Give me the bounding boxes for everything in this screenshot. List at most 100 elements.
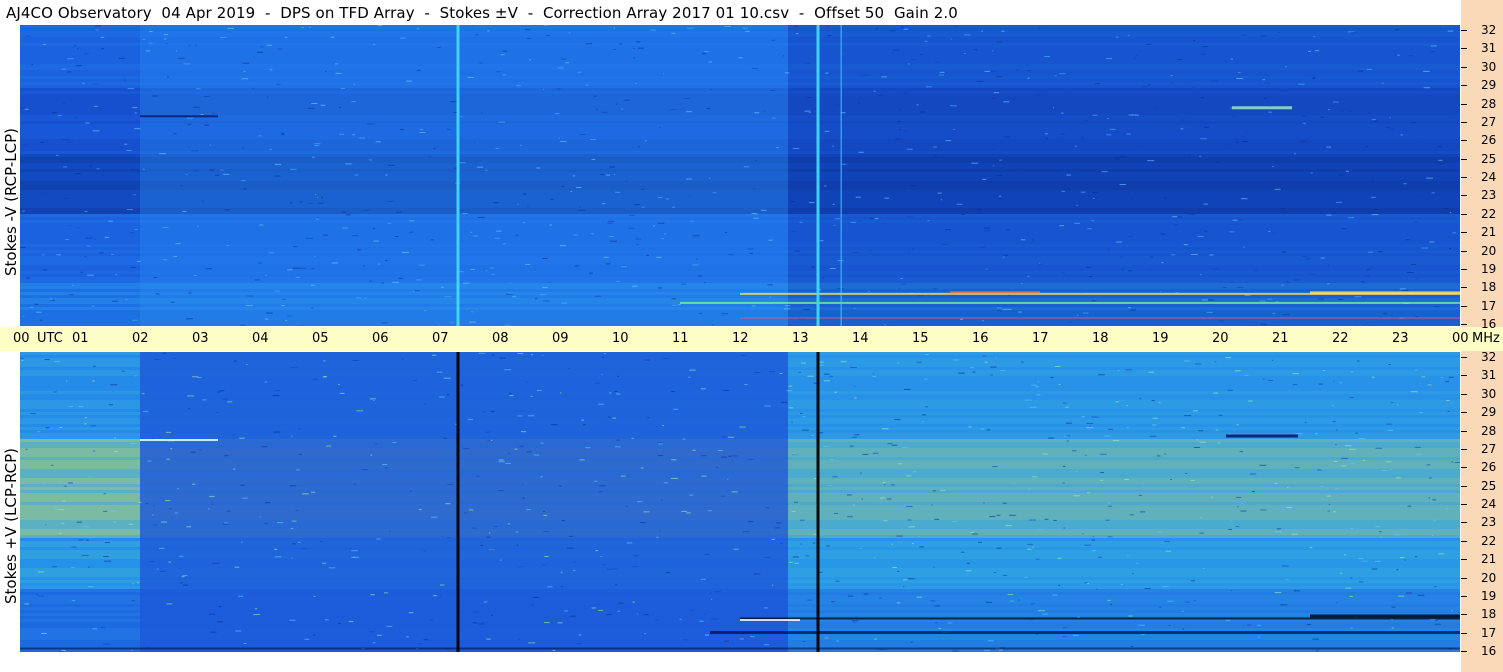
spectrogram-noise <box>790 231 797 233</box>
spectrogram-noise <box>126 209 133 211</box>
spectrogram-noise <box>987 640 994 642</box>
spectrogram-noise <box>1244 374 1249 376</box>
spectrogram-noise <box>354 174 359 176</box>
spectrogram-noise <box>335 63 339 65</box>
spectrogram-noise <box>1225 619 1231 621</box>
spectrogram-noise <box>24 603 29 605</box>
spectrogram-noise <box>563 615 567 617</box>
spectrogram-noise <box>1386 423 1393 425</box>
spectrogram-noise <box>369 280 372 282</box>
spectrogram-noise <box>939 71 945 73</box>
spectrogram-noise <box>1428 477 1432 479</box>
spectrogram-noise <box>500 54 505 56</box>
frequency-tick-label: 26 <box>1481 460 1497 475</box>
spectrogram-noise <box>594 295 601 297</box>
spectrogram-noise <box>272 395 280 397</box>
spectrogram-noise <box>83 256 87 258</box>
spectrogram-noise <box>472 622 478 624</box>
spectrogram-noise <box>670 391 675 393</box>
interference-line <box>816 25 820 326</box>
spectrogram-noise <box>276 83 281 85</box>
spectrogram-noise <box>636 41 641 43</box>
spectrogram-noise <box>1388 364 1391 366</box>
spectrogram-noise <box>517 203 519 205</box>
spectrogram-noise <box>566 547 573 549</box>
spectrogram-noise <box>621 108 624 110</box>
spectrogram-noise <box>644 140 647 142</box>
spectrogram-noise <box>499 559 502 561</box>
spectrogram-noise <box>323 360 326 362</box>
spectrogram-noise <box>794 501 798 503</box>
spectrogram-noise <box>1108 505 1113 507</box>
frequency-tick-mark <box>1461 485 1467 487</box>
spectrogram-noise <box>1280 208 1287 210</box>
spectrogram-noise <box>1189 213 1196 215</box>
spectrogram-noise <box>614 446 621 448</box>
spectrogram-noise <box>855 166 859 168</box>
spectrogram-noise <box>1388 128 1395 130</box>
spectrogram-noise <box>384 259 388 261</box>
spectrogram-noise <box>598 609 604 611</box>
spectrogram-noise <box>761 209 767 211</box>
spectrogram-noise <box>217 169 221 171</box>
spectrogram-noise <box>572 175 576 177</box>
spectrogram-noise <box>1267 298 1273 300</box>
spectrogram-noise <box>62 198 69 200</box>
spectrogram-noise <box>440 594 442 596</box>
spectrogram-noise <box>656 256 662 258</box>
spectrogram-noise <box>1427 384 1432 386</box>
spectrogram-noise <box>355 297 362 299</box>
spectrogram-noise <box>406 80 412 82</box>
spectrogram-noise <box>1378 251 1383 253</box>
spectrogram-noise <box>937 192 942 194</box>
spectrogram-noise <box>784 72 790 74</box>
spectrogram-noise <box>1153 108 1157 110</box>
spectrogram-noise <box>1366 146 1368 148</box>
spectrogram-noise <box>561 302 568 304</box>
spectrogram-noise <box>348 621 354 623</box>
spectrogram-noise <box>243 642 247 644</box>
spectrogram-noise <box>807 375 814 377</box>
frequency-tick-mark <box>1461 504 1467 505</box>
stokes-plus-v-spectrogram <box>20 352 1460 652</box>
spectrogram-noise <box>1100 471 1104 473</box>
spectrogram-noise <box>854 397 857 399</box>
spectrogram-noise <box>976 80 984 82</box>
spectrogram-noise <box>1454 461 1460 463</box>
spectrogram-noise <box>560 140 567 142</box>
spectrogram-noise <box>1301 115 1307 117</box>
spectrogram-noise <box>897 463 903 465</box>
spectrogram-noise <box>470 311 474 313</box>
time-tick-label: 06 <box>372 331 389 346</box>
spectrogram-noise <box>1310 172 1314 174</box>
spectrogram-noise <box>1411 263 1417 265</box>
frequency-tick-mark <box>1461 121 1467 123</box>
spectrogram-noise <box>1327 510 1330 512</box>
spectrogram-noise <box>1312 638 1319 640</box>
spectrogram-noise <box>84 532 87 534</box>
spectrogram-noise <box>533 596 539 598</box>
frequency-tick-mark <box>1461 324 1467 325</box>
frequency-tick-mark <box>1461 357 1467 358</box>
spectrogram-noise <box>882 482 886 484</box>
spectrogram-noise <box>287 315 292 317</box>
spectrogram-noise <box>1086 266 1092 268</box>
spectrogram-noise <box>128 523 134 525</box>
spectrogram-noise <box>70 567 75 569</box>
spectrogram-noise <box>897 602 901 604</box>
spectrogram-noise <box>1124 478 1130 480</box>
spectrogram-noise <box>609 235 614 237</box>
frequency-tick-label: 29 <box>1481 78 1497 93</box>
spectrogram-noise <box>1182 610 1184 612</box>
spectrogram-noise <box>1416 278 1418 280</box>
spectrogram-noise <box>399 129 405 131</box>
spectrogram-noise <box>644 633 647 635</box>
spectrogram-noise <box>960 318 963 320</box>
spectrogram-noise <box>76 48 79 50</box>
spectrogram-noise <box>1182 628 1185 630</box>
spectrogram-noise <box>1268 230 1271 232</box>
spectrogram-noise <box>72 284 74 286</box>
spectrogram-noise <box>1151 424 1157 426</box>
spectrogram-noise <box>37 571 45 573</box>
spectrogram-noise <box>1355 432 1358 434</box>
